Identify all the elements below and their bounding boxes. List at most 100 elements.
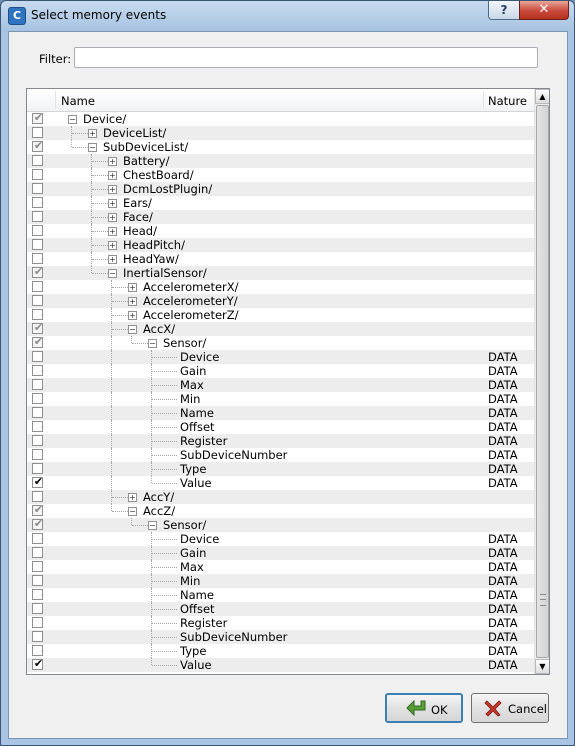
tree-row[interactable]: Offset DATA xyxy=(27,602,534,616)
expand-plus-icon[interactable]: + xyxy=(108,213,117,222)
tree-row[interactable]: ✔ − AccX/ xyxy=(27,321,534,336)
tree-row[interactable]: Name DATA xyxy=(27,406,534,420)
row-checkbox[interactable] xyxy=(32,225,43,236)
row-checkbox[interactable] xyxy=(32,407,43,418)
row-checkbox[interactable] xyxy=(32,631,43,642)
row-checkbox[interactable] xyxy=(32,491,43,502)
tree-row[interactable]: ✔ − InertialSensor/ xyxy=(27,265,534,280)
row-checkbox[interactable] xyxy=(32,547,43,558)
row-checkbox[interactable] xyxy=(32,393,43,404)
expand-plus-icon[interactable]: + xyxy=(108,241,117,250)
tree-row[interactable]: ✔ − AccZ/ xyxy=(27,503,534,518)
collapse-minus-icon[interactable]: − xyxy=(148,339,157,348)
row-checkbox[interactable] xyxy=(32,351,43,362)
column-header-nature[interactable]: Nature xyxy=(488,94,527,108)
ok-button[interactable]: OK xyxy=(385,693,463,723)
row-checkbox[interactable] xyxy=(32,575,43,586)
tree-row[interactable]: + Battery/ xyxy=(27,154,534,168)
row-checkbox[interactable]: ✔ xyxy=(32,517,43,530)
column-header-name[interactable]: Name xyxy=(61,94,95,108)
tree-row[interactable]: + AccelerometerY/ xyxy=(27,294,534,308)
tree-row[interactable]: Register DATA xyxy=(27,616,534,630)
tree-row[interactable]: ✔ Value DATA xyxy=(27,475,534,490)
tree-row[interactable]: + HeadYaw/ xyxy=(27,252,534,266)
row-checkbox[interactable] xyxy=(32,295,43,306)
tree-row[interactable]: SubDeviceNumber DATA xyxy=(27,630,534,644)
row-checkbox[interactable]: ✔ xyxy=(32,657,43,670)
tree-row[interactable]: + AccY/ xyxy=(27,490,534,504)
row-checkbox[interactable]: ✔ xyxy=(32,139,43,152)
tree-row[interactable]: ✔ − Sensor/ xyxy=(27,517,534,532)
row-checkbox[interactable] xyxy=(32,281,43,292)
collapse-minus-icon[interactable]: − xyxy=(128,325,137,334)
tree-row[interactable]: + HeadPitch/ xyxy=(27,238,534,252)
tree-row[interactable]: ✔ Value DATA xyxy=(27,657,534,672)
tree-row[interactable]: Device DATA xyxy=(27,350,534,364)
row-checkbox[interactable] xyxy=(32,169,43,180)
tree-row[interactable]: + Ears/ xyxy=(27,196,534,210)
row-checkbox[interactable] xyxy=(32,211,43,222)
row-checkbox[interactable] xyxy=(32,589,43,600)
tree-row[interactable]: Min DATA xyxy=(27,392,534,406)
collapse-minus-icon[interactable]: − xyxy=(68,115,77,124)
tree-row[interactable]: ✔ − Sensor/ xyxy=(27,335,534,350)
tree-row[interactable]: + Face/ xyxy=(27,210,534,224)
tree-row[interactable]: ✔ − Device/ xyxy=(27,111,534,126)
row-checkbox[interactable] xyxy=(32,155,43,166)
cancel-button[interactable]: Cancel xyxy=(471,693,549,723)
row-checkbox[interactable] xyxy=(32,561,43,572)
row-checkbox[interactable]: ✔ xyxy=(32,503,43,516)
row-checkbox[interactable] xyxy=(32,449,43,460)
row-checkbox[interactable]: ✔ xyxy=(32,321,43,334)
tree-row[interactable]: Type DATA xyxy=(27,644,534,658)
expand-plus-icon[interactable]: + xyxy=(128,297,137,306)
tree-row[interactable]: Max DATA xyxy=(27,560,534,574)
scroll-up-arrow-icon[interactable]: ▲ xyxy=(535,89,549,104)
expand-plus-icon[interactable]: + xyxy=(108,227,117,236)
tree-row[interactable]: Offset DATA xyxy=(27,420,534,434)
expand-plus-icon[interactable]: + xyxy=(128,311,137,320)
row-checkbox[interactable] xyxy=(32,253,43,264)
row-checkbox[interactable] xyxy=(32,127,43,138)
tree-row[interactable]: SubDeviceNumber DATA xyxy=(27,448,534,462)
collapse-minus-icon[interactable]: − xyxy=(148,521,157,530)
tree-row[interactable]: Register DATA xyxy=(27,434,534,448)
row-checkbox[interactable]: ✔ xyxy=(32,335,43,348)
memory-events-tree[interactable]: Name Nature ✔ − Device/+ DeviceList/✔ − SubDe… xyxy=(26,88,550,675)
collapse-minus-icon[interactable]: − xyxy=(88,143,97,152)
tree-row[interactable]: Min DATA xyxy=(27,574,534,588)
tree-row[interactable]: Gain DATA xyxy=(27,364,534,378)
scroll-down-arrow-icon[interactable]: ▼ xyxy=(535,659,549,674)
filter-input[interactable] xyxy=(74,47,538,68)
row-checkbox[interactable] xyxy=(32,603,43,614)
row-checkbox[interactable] xyxy=(32,435,43,446)
row-checkbox[interactable]: ✔ xyxy=(32,475,43,488)
row-checkbox[interactable] xyxy=(32,645,43,656)
expand-plus-icon[interactable]: + xyxy=(108,255,117,264)
row-checkbox[interactable] xyxy=(32,309,43,320)
title-bar[interactable]: C Select memory events ? ✕ xyxy=(1,1,574,31)
tree-row[interactable]: Device DATA xyxy=(27,532,534,546)
row-checkbox[interactable] xyxy=(32,463,43,474)
tree-row[interactable]: Max DATA xyxy=(27,378,534,392)
row-checkbox[interactable] xyxy=(32,379,43,390)
row-checkbox[interactable] xyxy=(32,197,43,208)
tree-row[interactable]: + AccelerometerX/ xyxy=(27,280,534,294)
row-checkbox[interactable] xyxy=(32,533,43,544)
tree-row[interactable]: + DeviceList/ xyxy=(27,126,534,140)
tree-row[interactable]: + DcmLostPlugin/ xyxy=(27,182,534,196)
expand-plus-icon[interactable]: + xyxy=(128,493,137,502)
close-button[interactable]: ✕ xyxy=(519,1,569,20)
vertical-scrollbar[interactable]: ▲ ▼ xyxy=(534,89,549,674)
expand-plus-icon[interactable]: + xyxy=(108,199,117,208)
row-checkbox[interactable]: ✔ xyxy=(32,111,43,124)
expand-plus-icon[interactable]: + xyxy=(108,185,117,194)
row-checkbox[interactable]: ✔ xyxy=(32,265,43,278)
expand-plus-icon[interactable]: + xyxy=(108,171,117,180)
expand-plus-icon[interactable]: + xyxy=(88,129,97,138)
tree-row[interactable]: + ChestBoard/ xyxy=(27,168,534,182)
row-checkbox[interactable] xyxy=(32,617,43,628)
tree-row[interactable]: Type DATA xyxy=(27,462,534,476)
tree-row[interactable]: + Head/ xyxy=(27,224,534,238)
tree-row[interactable]: Name DATA xyxy=(27,588,534,602)
